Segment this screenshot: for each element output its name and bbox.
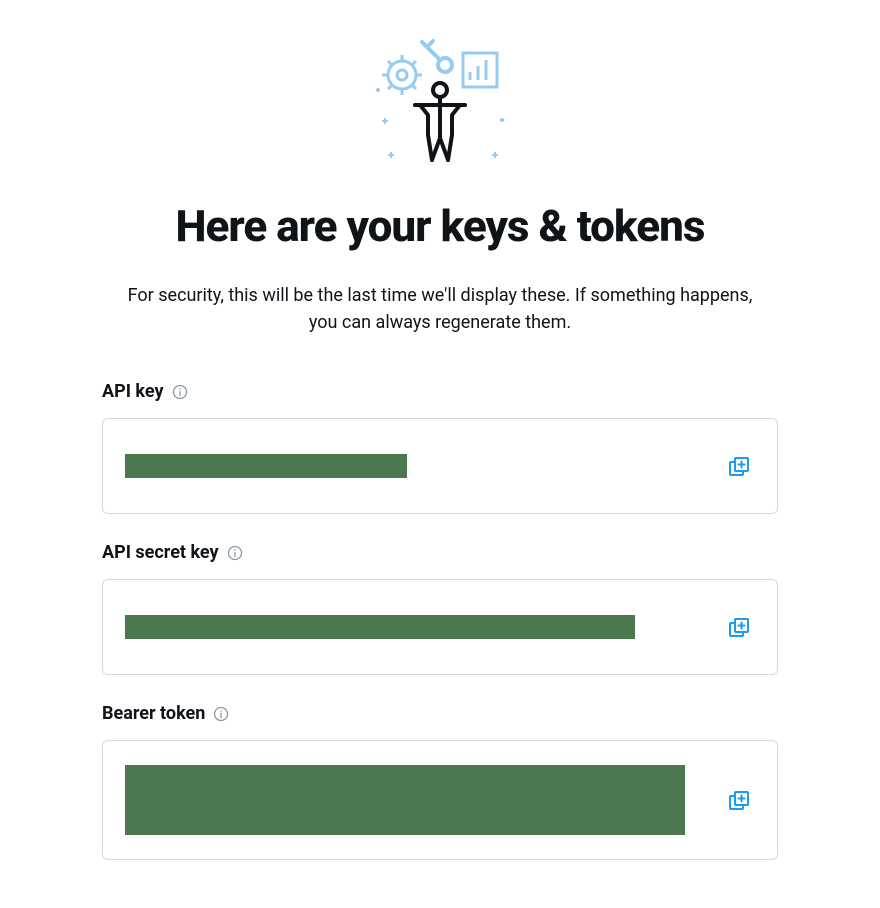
api-key-box (102, 418, 778, 514)
bearer-token-label: Bearer token (102, 703, 205, 724)
api-secret-key-section: API secret key (50, 542, 830, 675)
bearer-token-box (102, 740, 778, 860)
bearer-token-redacted-value (125, 765, 685, 835)
api-secret-key-box (102, 579, 778, 675)
copy-bearer-token-button[interactable] (723, 784, 755, 816)
bearer-token-section: Bearer token (50, 703, 830, 860)
info-icon[interactable] (227, 545, 243, 561)
info-icon[interactable] (213, 706, 229, 722)
api-key-section: API key (50, 381, 830, 514)
copy-api-key-button[interactable] (723, 450, 755, 482)
api-key-redacted-value (125, 454, 407, 478)
api-secret-key-redacted-value (125, 615, 635, 639)
copy-api-secret-key-button[interactable] (723, 611, 755, 643)
info-icon[interactable] (172, 384, 188, 400)
api-key-label: API key (102, 381, 164, 402)
page-title: Here are your keys & tokens (50, 200, 830, 252)
page-subtitle: For security, this will be the last time… (120, 282, 760, 336)
api-secret-key-label: API secret key (102, 542, 219, 563)
keys-tokens-illustration (50, 20, 830, 170)
